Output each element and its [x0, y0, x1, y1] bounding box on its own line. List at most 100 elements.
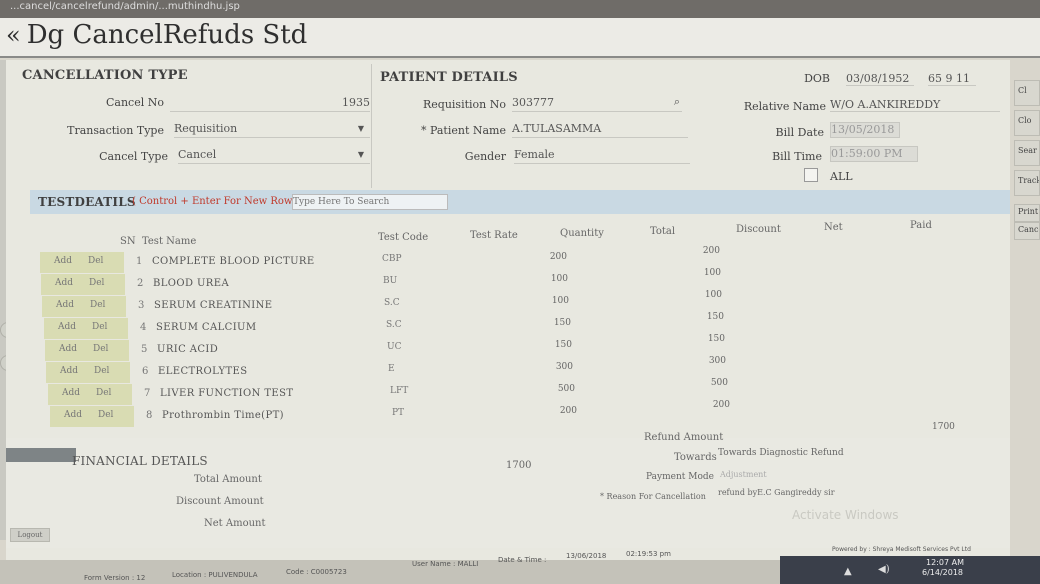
side-button-search[interactable]: Sear [1014, 140, 1040, 166]
dob-field[interactable]: 03/08/1952 [846, 72, 914, 86]
add-row-button[interactable]: Add [54, 256, 72, 266]
side-button-tracking[interactable]: Tracki [1014, 170, 1040, 196]
side-button-close[interactable]: Clo [1014, 110, 1040, 136]
row-test-rate: 150 [554, 340, 572, 350]
payment-mode-label: Payment Mode [646, 472, 714, 482]
payment-mode-value[interactable]: Adjustment [720, 470, 767, 479]
row-test-code[interactable]: E [388, 364, 395, 374]
row-test-code[interactable]: BU [383, 276, 397, 286]
side-button-label: Print [1018, 207, 1039, 216]
row-test-name: COMPLETE BLOOD PICTURE [152, 256, 315, 267]
row-actions-cell [40, 252, 124, 273]
add-row-button[interactable]: Add [64, 410, 82, 420]
col-net: Net [824, 222, 843, 233]
activate-windows-watermark: Activate Windows [792, 508, 899, 522]
cancel-no-value: 1935 [342, 96, 370, 109]
delete-row-button[interactable]: Del [98, 410, 113, 420]
bill-date-label: Bill Date [775, 126, 824, 139]
delete-row-button[interactable]: Del [96, 388, 111, 398]
patient-heading: PATIENT DETAILS [380, 70, 518, 85]
row-test-code[interactable]: S.C [386, 320, 402, 330]
add-row-button[interactable]: Add [59, 344, 77, 354]
row-total: 150 [707, 334, 725, 344]
gender-value: Female [514, 148, 555, 161]
cancel-no-field[interactable]: 1935 [170, 96, 370, 112]
transaction-type-value: Requisition [174, 122, 238, 135]
reason-input[interactable]: refund byE.C Gangireddy sir [718, 488, 835, 497]
all-checkbox[interactable] [804, 168, 818, 182]
add-row-button[interactable]: Add [60, 366, 78, 376]
row-test-rate: 100 [550, 274, 568, 284]
col-test-rate: Test Rate [470, 230, 518, 241]
side-button-print[interactable]: Print [1014, 204, 1040, 222]
status-date: 13/06/2018 [566, 552, 607, 560]
relative-name-field[interactable]: W/O A.ANKIREDDY [830, 98, 1000, 112]
row-test-code[interactable]: UC [387, 342, 401, 352]
patient-panel: PATIENT DETAILS Requisition No 303777 ⌕ … [374, 64, 704, 188]
transaction-type-label: Transaction Type [67, 124, 164, 137]
speaker-icon[interactable]: ◀) [878, 564, 890, 575]
row-actions-cell [45, 340, 129, 361]
side-button-label: Tracki [1018, 176, 1039, 185]
col-sn: SN [120, 236, 136, 247]
network-icon[interactable]: ▲ [844, 566, 852, 577]
delete-row-button[interactable]: Del [88, 256, 103, 266]
test-search-input[interactable] [292, 194, 448, 210]
delete-row-button[interactable]: Del [89, 278, 104, 288]
status-powered: Powered by : Shreya Medisoft Services Pv… [832, 546, 971, 553]
side-button-label: Cl [1018, 86, 1027, 95]
row-test-rate: 200 [559, 406, 577, 416]
add-row-button[interactable]: Add [62, 388, 80, 398]
status-location: Location : PULIVENDULA [172, 571, 258, 579]
delete-row-button[interactable]: Del [90, 300, 105, 310]
row-test-code[interactable]: PT [392, 408, 404, 418]
row-test-code[interactable]: S.C [384, 298, 400, 308]
col-test-code: Test Code [378, 232, 429, 243]
bill-time-value: 01:59:00 PM [831, 147, 903, 160]
financial-heading: FINANCIAL DETAILS [72, 454, 208, 468]
search-icon[interactable]: ⌕ [674, 95, 680, 109]
row-total: 200 [712, 400, 730, 410]
browser-url: ...cancel/cancelrefund/admin/...muthindh… [10, 1, 240, 12]
row-sn: 8 [146, 410, 153, 421]
side-button-clear[interactable]: Cl [1014, 80, 1040, 106]
status-code: Code : C0005723 [286, 568, 347, 576]
back-chevron-icon[interactable]: « [6, 21, 21, 49]
delete-row-button[interactable]: Del [92, 322, 107, 332]
status-version: Form Version : 12 [84, 574, 146, 582]
all-label: ALL [830, 170, 853, 183]
towards-select[interactable]: Towards Diagnostic Refund [718, 448, 844, 458]
row-sn: 5 [141, 344, 148, 355]
refund-amount-label: Refund Amount [644, 432, 724, 443]
row-test-rate: 300 [555, 362, 573, 372]
row-sn: 6 [142, 366, 149, 377]
system-taskbar: ▲ ◀) 12:07 AM 6/14/2018 [780, 556, 1040, 584]
cancel-type-select[interactable]: Cancel ▼ [178, 148, 370, 164]
row-total: 500 [710, 378, 728, 388]
requisition-no-value: 303777 [512, 96, 554, 109]
test-column-headers: SN Test Name Test Code Test Rate Quantit… [6, 216, 1006, 247]
logout-label: Logout [17, 531, 43, 539]
total-amount-value: 1700 [506, 460, 532, 471]
bill-date-value: 13/05/2018 [831, 123, 895, 136]
patient-name-field[interactable]: A.TULASAMMA [512, 122, 688, 138]
dropdown-arrow-icon: ▼ [357, 150, 364, 159]
row-total: 100 [704, 290, 722, 300]
gender-label: Gender [464, 150, 506, 163]
add-row-button[interactable]: Add [55, 278, 73, 288]
delete-row-button[interactable]: Del [94, 366, 109, 376]
delete-row-button[interactable]: Del [93, 344, 108, 354]
row-test-code[interactable]: CBP [382, 254, 402, 264]
cancellation-heading: CANCELLATION TYPE [22, 68, 188, 83]
table-row: Add Del 4 SERUM CALCIUM S.C 150 150 [44, 312, 984, 339]
dropdown-arrow-icon: ▼ [357, 124, 364, 133]
side-button-cancel[interactable]: Cancel [1014, 222, 1040, 240]
logout-button[interactable]: Logout [10, 528, 50, 542]
transaction-type-select[interactable]: Requisition ▼ [174, 122, 370, 138]
requisition-no-field[interactable]: 303777 ⌕ [512, 95, 682, 112]
row-sn: 3 [138, 300, 145, 311]
gender-field[interactable]: Female [514, 148, 690, 164]
row-test-code[interactable]: LFT [390, 386, 408, 396]
add-row-button[interactable]: Add [58, 322, 76, 332]
add-row-button[interactable]: Add [56, 300, 74, 310]
